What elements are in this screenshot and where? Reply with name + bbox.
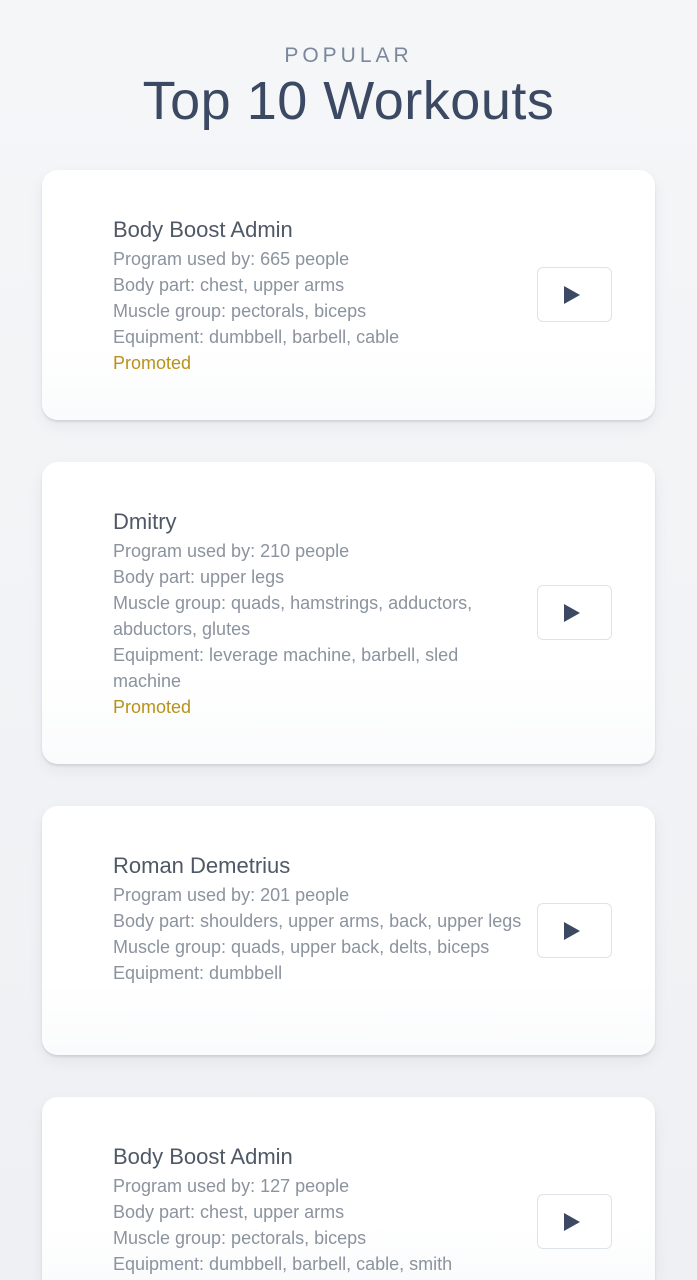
- workout-card[interactable]: Dmitry Program used by: 210 people Body …: [42, 462, 655, 764]
- equipment: Equipment: dumbbell, barbell, cable: [113, 327, 400, 347]
- workout-title: Roman Demetrius: [113, 853, 291, 878]
- equipment: Equipment: dumbbell, barbell, cable, smi…: [113, 1254, 453, 1274]
- equipment: Equipment: leverage machine, barbell, sl…: [113, 645, 459, 691]
- muscle-group: Muscle group: pectorals, biceps: [113, 301, 367, 321]
- workout-details: Body Boost Admin Program used by: 665 pe…: [113, 214, 523, 376]
- workout-details: Roman Demetrius Program used by: 201 peo…: [113, 850, 523, 986]
- play-icon: [564, 1213, 580, 1231]
- workout-card[interactable]: Body Boost Admin Program used by: 665 pe…: [42, 170, 655, 420]
- play-icon: [564, 922, 580, 940]
- play-button[interactable]: [537, 267, 612, 322]
- usage-count: Program used by: 201 people: [113, 885, 350, 905]
- muscle-group: Muscle group: quads, upper back, delts, …: [113, 937, 490, 957]
- muscle-group: Muscle group: quads, hamstrings, adducto…: [113, 593, 473, 639]
- equipment: Equipment: dumbbell: [113, 963, 283, 983]
- workout-title: Body Boost Admin: [113, 217, 293, 242]
- section-eyebrow: POPULAR: [284, 44, 413, 67]
- promoted-badge: Promoted: [113, 697, 192, 717]
- play-icon: [564, 286, 580, 304]
- body-part: Body part: chest, upper arms: [113, 275, 345, 295]
- workout-card[interactable]: Roman Demetrius Program used by: 201 peo…: [42, 806, 655, 1055]
- workout-details: Body Boost Admin Program used by: 127 pe…: [113, 1141, 523, 1277]
- promoted-badge: Promoted: [113, 353, 192, 373]
- muscle-group: Muscle group: pectorals, biceps: [113, 1228, 367, 1248]
- play-icon: [564, 604, 580, 622]
- play-button[interactable]: [537, 585, 612, 640]
- workout-card[interactable]: Body Boost Admin Program used by: 127 pe…: [42, 1097, 655, 1280]
- play-button[interactable]: [537, 903, 612, 958]
- play-button[interactable]: [537, 1194, 612, 1249]
- usage-count: Program used by: 665 people: [113, 249, 350, 269]
- workout-title: Body Boost Admin: [113, 1144, 293, 1169]
- usage-count: Program used by: 210 people: [113, 541, 350, 561]
- body-part: Body part: upper legs: [113, 567, 285, 587]
- body-part: Body part: shoulders, upper arms, back, …: [113, 911, 522, 931]
- usage-count: Program used by: 127 people: [113, 1176, 350, 1196]
- workout-title: Dmitry: [113, 509, 177, 534]
- body-part: Body part: chest, upper arms: [113, 1202, 345, 1222]
- page-title: Top 10 Workouts: [142, 71, 555, 131]
- workout-details: Dmitry Program used by: 210 people Body …: [113, 506, 523, 720]
